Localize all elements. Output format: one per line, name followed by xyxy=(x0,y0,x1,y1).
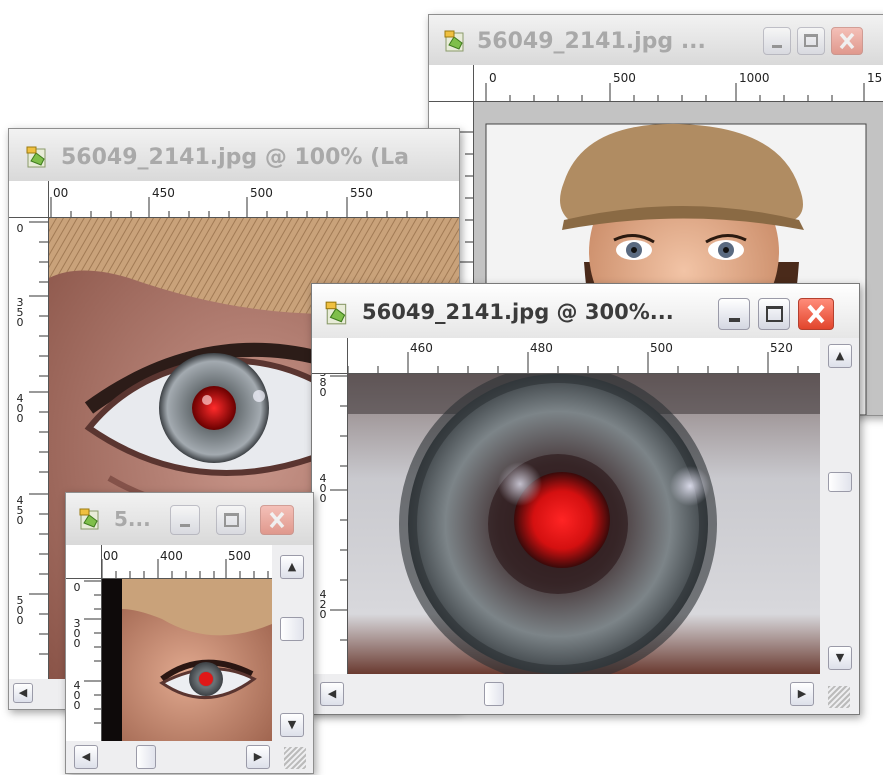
close-icon xyxy=(269,511,285,529)
ruler-tick-label: 480 xyxy=(530,341,553,355)
horizontal-ruler[interactable]: 0 500 1000 15 xyxy=(474,65,883,102)
ruler-tick-label: 00 xyxy=(53,186,69,200)
vertical-scroll-thumb[interactable] xyxy=(280,617,304,641)
maximize-icon xyxy=(766,306,783,322)
ruler-tick-label: 460 xyxy=(410,341,433,355)
resize-grip-icon[interactable] xyxy=(284,747,306,769)
scroll-right-button[interactable]: ▶ xyxy=(790,682,814,706)
minimize-icon xyxy=(729,318,740,322)
document-icon xyxy=(79,508,99,530)
maximize-button[interactable] xyxy=(758,298,790,330)
minimize-button[interactable] xyxy=(170,505,200,535)
ruler-tick-label: 500 xyxy=(16,594,24,627)
vertical-scrollbar[interactable]: ▲ ▼ xyxy=(272,545,313,741)
ruler-tick-label: 1000 xyxy=(739,71,770,85)
document-icon xyxy=(26,146,46,168)
image-canvas[interactable] xyxy=(102,579,272,741)
vertical-ruler[interactable]: 0 350 400 450 500 xyxy=(9,218,49,679)
close-icon xyxy=(807,304,825,324)
ruler-tick-label: 450 xyxy=(152,186,175,200)
minimize-button[interactable] xyxy=(718,298,750,330)
vertical-ruler[interactable]: 380 400 420 xyxy=(312,374,348,674)
ruler-origin[interactable] xyxy=(429,65,474,102)
scroll-up-button[interactable]: ▲ xyxy=(280,555,304,579)
ruler-origin[interactable] xyxy=(9,181,49,218)
ruler-origin[interactable] xyxy=(312,338,348,374)
title-bar[interactable]: 5... xyxy=(66,493,313,545)
ruler-tick-label: 400 xyxy=(16,392,24,425)
horizontal-scrollbar[interactable]: ◀ ▶ xyxy=(66,741,313,773)
scroll-right-button[interactable]: ▶ xyxy=(246,745,270,769)
ruler-tick-label: 350 xyxy=(16,296,24,329)
document-icon xyxy=(444,30,464,52)
title-bar[interactable]: 56049_2141.jpg @ 300%... xyxy=(312,284,859,338)
maximize-icon xyxy=(224,513,239,527)
vertical-scroll-thumb[interactable] xyxy=(828,472,852,492)
up-arrow-icon: ▲ xyxy=(835,349,845,362)
horizontal-ruler[interactable]: 460 480 500 520 xyxy=(348,338,820,374)
minimize-icon xyxy=(180,524,190,527)
right-arrow-icon: ▶ xyxy=(797,687,807,700)
window-title: 56049_2141.jpg @ 300%... xyxy=(362,300,674,324)
ruler-tick-label: 550 xyxy=(350,186,373,200)
left-arrow-icon: ◀ xyxy=(18,686,28,699)
ruler-origin[interactable] xyxy=(66,545,102,579)
ruler-tick-label: 500 xyxy=(250,186,273,200)
close-button[interactable] xyxy=(831,27,863,55)
minimize-button[interactable] xyxy=(763,27,791,55)
title-bar[interactable]: 56049_2141.jpg ... xyxy=(429,15,883,65)
scroll-down-button[interactable]: ▼ xyxy=(828,646,852,670)
maximize-button[interactable] xyxy=(216,505,246,535)
ruler-tick-label: 400 xyxy=(160,549,183,563)
ruler-tick-label: 300 xyxy=(73,617,81,650)
ruler-tick-label: 15 xyxy=(867,71,883,85)
ruler-tick-label: 0 xyxy=(16,222,24,235)
close-button[interactable] xyxy=(260,505,294,535)
close-icon xyxy=(839,32,855,50)
ruler-tick-label: 00 xyxy=(103,549,119,563)
scroll-down-button[interactable]: ▼ xyxy=(280,713,304,737)
close-button[interactable] xyxy=(798,298,834,330)
ruler-tick-label: 380 xyxy=(319,374,327,399)
minimize-icon xyxy=(772,45,782,48)
right-arrow-icon: ▶ xyxy=(253,750,263,763)
horizontal-ruler[interactable]: 00 450 500 550 xyxy=(49,181,459,218)
scroll-left-button[interactable]: ◀ xyxy=(74,745,98,769)
scroll-left-button[interactable]: ◀ xyxy=(13,683,33,703)
down-arrow-icon: ▼ xyxy=(287,718,297,731)
ruler-tick-label: 450 xyxy=(16,494,24,527)
window-title: 56049_2141.jpg ... xyxy=(477,29,706,54)
ruler-tick-label: 520 xyxy=(770,341,793,355)
document-icon xyxy=(325,301,347,325)
ruler-tick-label: 0 xyxy=(489,71,497,85)
left-arrow-icon: ◀ xyxy=(327,687,337,700)
vertical-ruler[interactable]: 0 300 400 xyxy=(66,579,102,741)
window-title: 5... xyxy=(114,507,151,531)
ruler-tick-label: 420 xyxy=(319,588,327,621)
ruler-tick-label: 500 xyxy=(613,71,636,85)
document-window-300-percent[interactable]: 56049_2141.jpg @ 300%... 460 480 500 520 xyxy=(311,283,860,715)
up-arrow-icon: ▲ xyxy=(287,560,297,573)
horizontal-scrollbar[interactable]: ◀ ▶ xyxy=(312,674,859,714)
window-title: 56049_2141.jpg @ 100% (La xyxy=(61,145,410,170)
horizontal-scroll-thumb[interactable] xyxy=(484,682,504,706)
vertical-scrollbar[interactable]: ▲ ▼ xyxy=(820,338,859,674)
image-canvas[interactable] xyxy=(348,374,820,674)
scroll-left-button[interactable]: ◀ xyxy=(320,682,344,706)
maximize-icon xyxy=(804,34,818,47)
scroll-up-button[interactable]: ▲ xyxy=(828,344,852,368)
ruler-tick-label: 400 xyxy=(73,679,81,712)
ruler-tick-label: 400 xyxy=(319,472,327,505)
down-arrow-icon: ▼ xyxy=(835,651,845,664)
document-window-small[interactable]: 5... 00 400 500 0 300 400 ▲ ▼ ◀ ▶ xyxy=(65,492,314,774)
ruler-tick-label: 0 xyxy=(73,581,81,594)
maximize-button[interactable] xyxy=(797,27,825,55)
resize-grip-icon[interactable] xyxy=(828,686,850,708)
title-bar[interactable]: 56049_2141.jpg @ 100% (La xyxy=(9,129,459,181)
left-arrow-icon: ◀ xyxy=(81,750,91,763)
ruler-tick-label: 500 xyxy=(228,549,251,563)
horizontal-ruler[interactable]: 00 400 500 xyxy=(102,545,272,579)
horizontal-scroll-thumb[interactable] xyxy=(136,745,156,769)
ruler-tick-label: 500 xyxy=(650,341,673,355)
